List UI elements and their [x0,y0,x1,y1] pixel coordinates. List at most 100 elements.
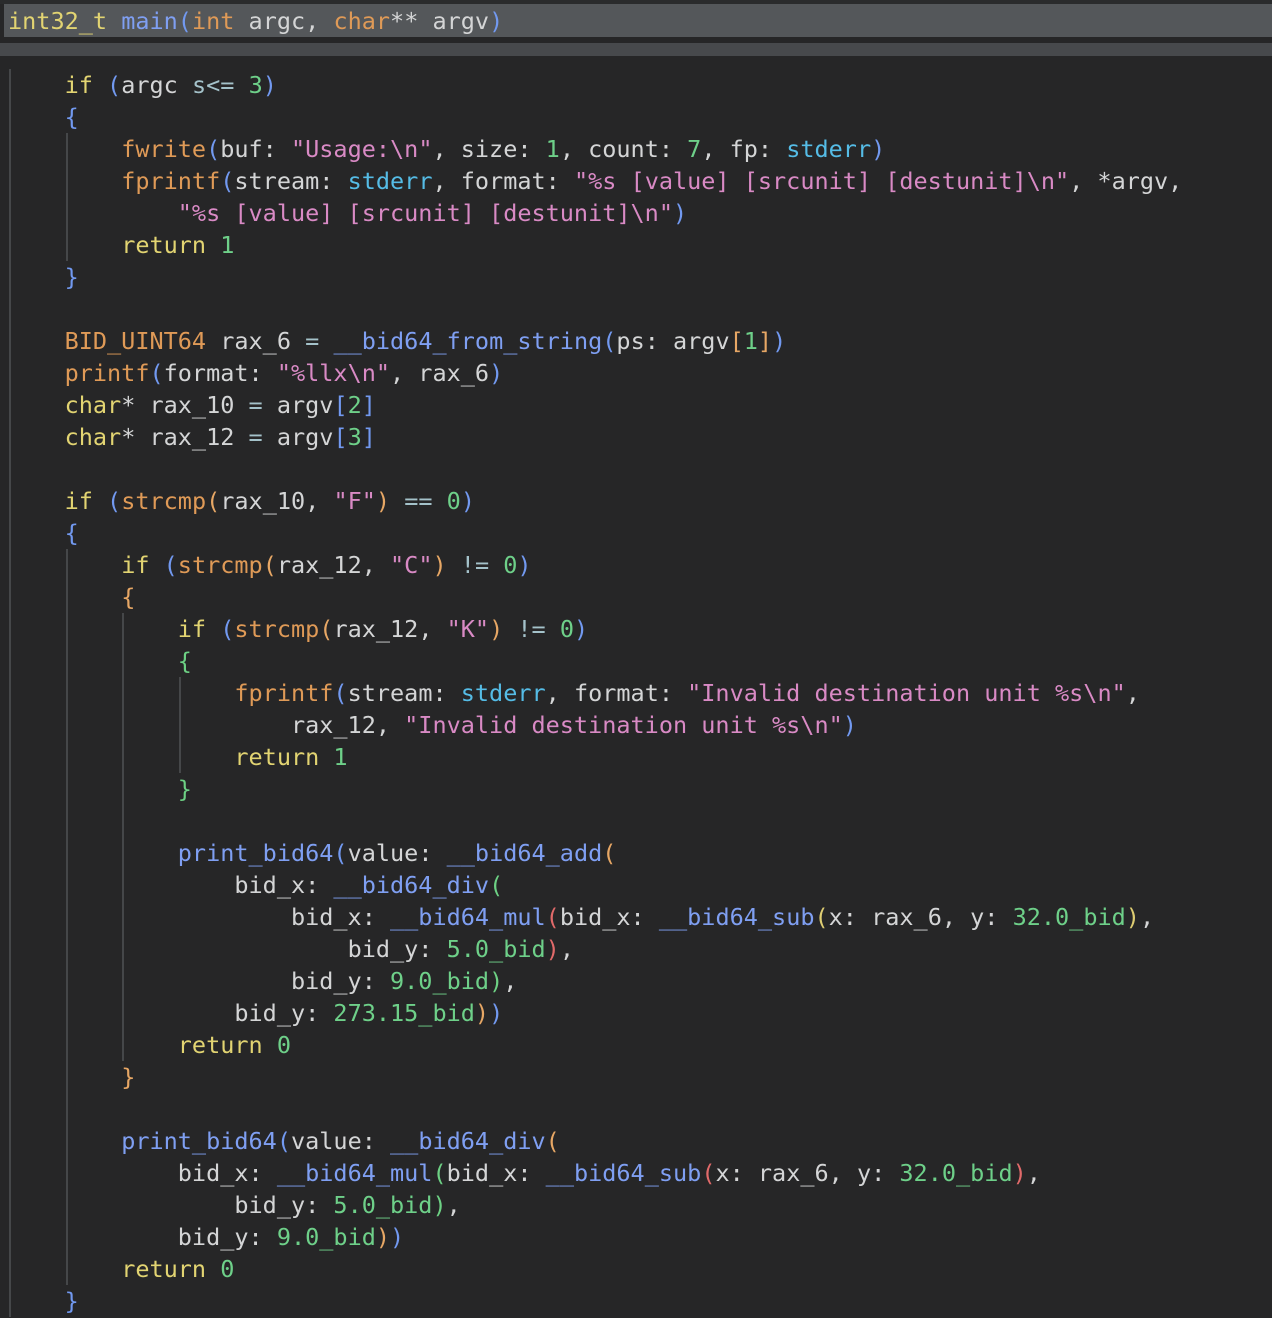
indent-guide [66,1125,68,1157]
code-token: __bid64_div [333,871,489,899]
code-token: 5.0_bid [333,1191,432,1219]
code-line[interactable]: } [8,1285,1272,1317]
code-token: ( [701,1159,715,1187]
context-strip [0,43,1272,56]
indentation [8,615,178,643]
code-line[interactable]: return 0 [8,1253,1272,1285]
code-token: ) [461,487,475,515]
code-line[interactable]: { [8,581,1272,613]
code-line[interactable]: if (strcmp(rax_12, "C") != 0) [8,549,1272,581]
indent-guide [179,709,181,741]
code-line[interactable]: bid_x: __bid64_mul(bid_x: __bid64_sub(x:… [8,1157,1272,1189]
code-token: return [121,1255,206,1283]
code-line[interactable]: printf(format: "%llx\n", rax_6) [8,357,1272,389]
code-line[interactable]: if (strcmp(rax_12, "K") != 0) [8,613,1272,645]
code-token: stderr [461,679,546,707]
code-line[interactable]: char* rax_10 = argv[2] [8,389,1272,421]
code-token: format: [164,359,277,387]
code-line[interactable] [8,293,1272,325]
code-line[interactable]: bid_y: 5.0_bid), [8,1189,1272,1221]
indent-guide [9,965,11,997]
code-line[interactable]: "%s [value] [srcunit] [destunit]\n") [8,197,1272,229]
indent-guide [122,997,124,1029]
code-token: ps: argv [616,327,729,355]
indent-guide [9,1093,11,1125]
code-line[interactable]: } [8,773,1272,805]
code-token: ( [178,7,192,35]
code-line[interactable]: } [8,1061,1272,1093]
code-line[interactable]: } [8,261,1272,293]
code-token: [ [333,423,347,451]
code-token: strcmp [178,551,263,579]
code-token: != [517,615,545,643]
indentation [8,1191,234,1219]
indent-guide [9,1221,11,1253]
code-line[interactable]: bid_y: 9.0_bid)) [8,1221,1272,1253]
code-token: 1 [546,135,560,163]
indent-guide [66,613,68,645]
code-line[interactable]: print_bid64(value: __bid64_add( [8,837,1272,869]
code-line[interactable]: fwrite(buf: "Usage:\n", size: 1, count: … [8,133,1272,165]
indent-guide [9,709,11,741]
code-token: bid_x: [234,871,333,899]
code-line[interactable]: bid_y: 5.0_bid), [8,933,1272,965]
code-line[interactable]: { [8,517,1272,549]
code-token [489,551,503,579]
indent-guide [122,613,124,645]
code-line[interactable]: return 1 [8,741,1272,773]
code-token [107,7,121,35]
code-line[interactable]: if (strcmp(rax_10, "F") == 0) [8,485,1272,517]
code-line[interactable]: char* rax_12 = argv[3] [8,421,1272,453]
code-line[interactable]: bid_y: 273.15_bid)) [8,997,1272,1029]
code-line[interactable]: { [8,645,1272,677]
code-token: return [234,743,319,771]
code-token: 32.0_bid [899,1159,1012,1187]
code-line[interactable]: print_bid64(value: __bid64_div( [8,1125,1272,1157]
code-token: ( [263,551,277,579]
code-token: stream: [234,167,347,195]
code-line[interactable]: return 1 [8,229,1272,261]
indent-guide [66,133,68,165]
code-token [93,71,107,99]
code-token: __bid64_div [390,1127,546,1155]
code-token: x: rax_6, y: [829,903,1013,931]
code-token: bid_y: [348,935,447,963]
code-line[interactable] [8,805,1272,837]
code-token: ) [489,967,503,995]
code-token: ( [107,71,121,99]
function-signature-bar[interactable]: int32_t main(int argc, char** argv) [4,4,1272,37]
code-token: 0 [447,487,461,515]
code-token: , [1140,903,1154,931]
code-token: ) [517,551,531,579]
code-line[interactable]: bid_x: __bid64_mul(bid_x: __bid64_sub(x:… [8,901,1272,933]
code-line[interactable]: bid_x: __bid64_div( [8,869,1272,901]
code-line[interactable]: fprintf(stream: stderr, format: "Invalid… [8,677,1272,709]
indentation [8,1031,178,1059]
code-token: ) [489,999,503,1027]
indent-guide [66,549,68,581]
code-area[interactable]: if (argc s<= 3) { fwrite(buf: "Usage:\n"… [0,56,1272,1318]
code-token: } [178,775,192,803]
code-token: ( [333,679,347,707]
code-line[interactable] [8,1093,1272,1125]
code-line[interactable]: rax_12, "Invalid destination unit %s\n") [8,709,1272,741]
code-token: print_bid64 [178,839,334,867]
code-line[interactable]: { [8,101,1272,133]
indent-guide [66,773,68,805]
code-line[interactable]: BID_UINT64 rax_6 = __bid64_from_string(p… [8,325,1272,357]
code-token: 1 [220,231,234,259]
code-line[interactable]: if (argc s<= 3) [8,69,1272,101]
code-line[interactable] [8,453,1272,485]
indent-guide [9,325,11,357]
code-token: int32_t [8,7,107,35]
code-line[interactable]: return 0 [8,1029,1272,1061]
indent-guide [9,901,11,933]
code-token: = [305,327,319,355]
code-token: char [333,7,390,35]
code-token: __bid64_mul [390,903,546,931]
code-line[interactable]: bid_y: 9.0_bid), [8,965,1272,997]
code-token: ** argv [390,7,489,35]
indentation [8,903,291,931]
code-token: , [447,1191,461,1219]
code-line[interactable]: fprintf(stream: stderr, format: "%s [val… [8,165,1272,197]
